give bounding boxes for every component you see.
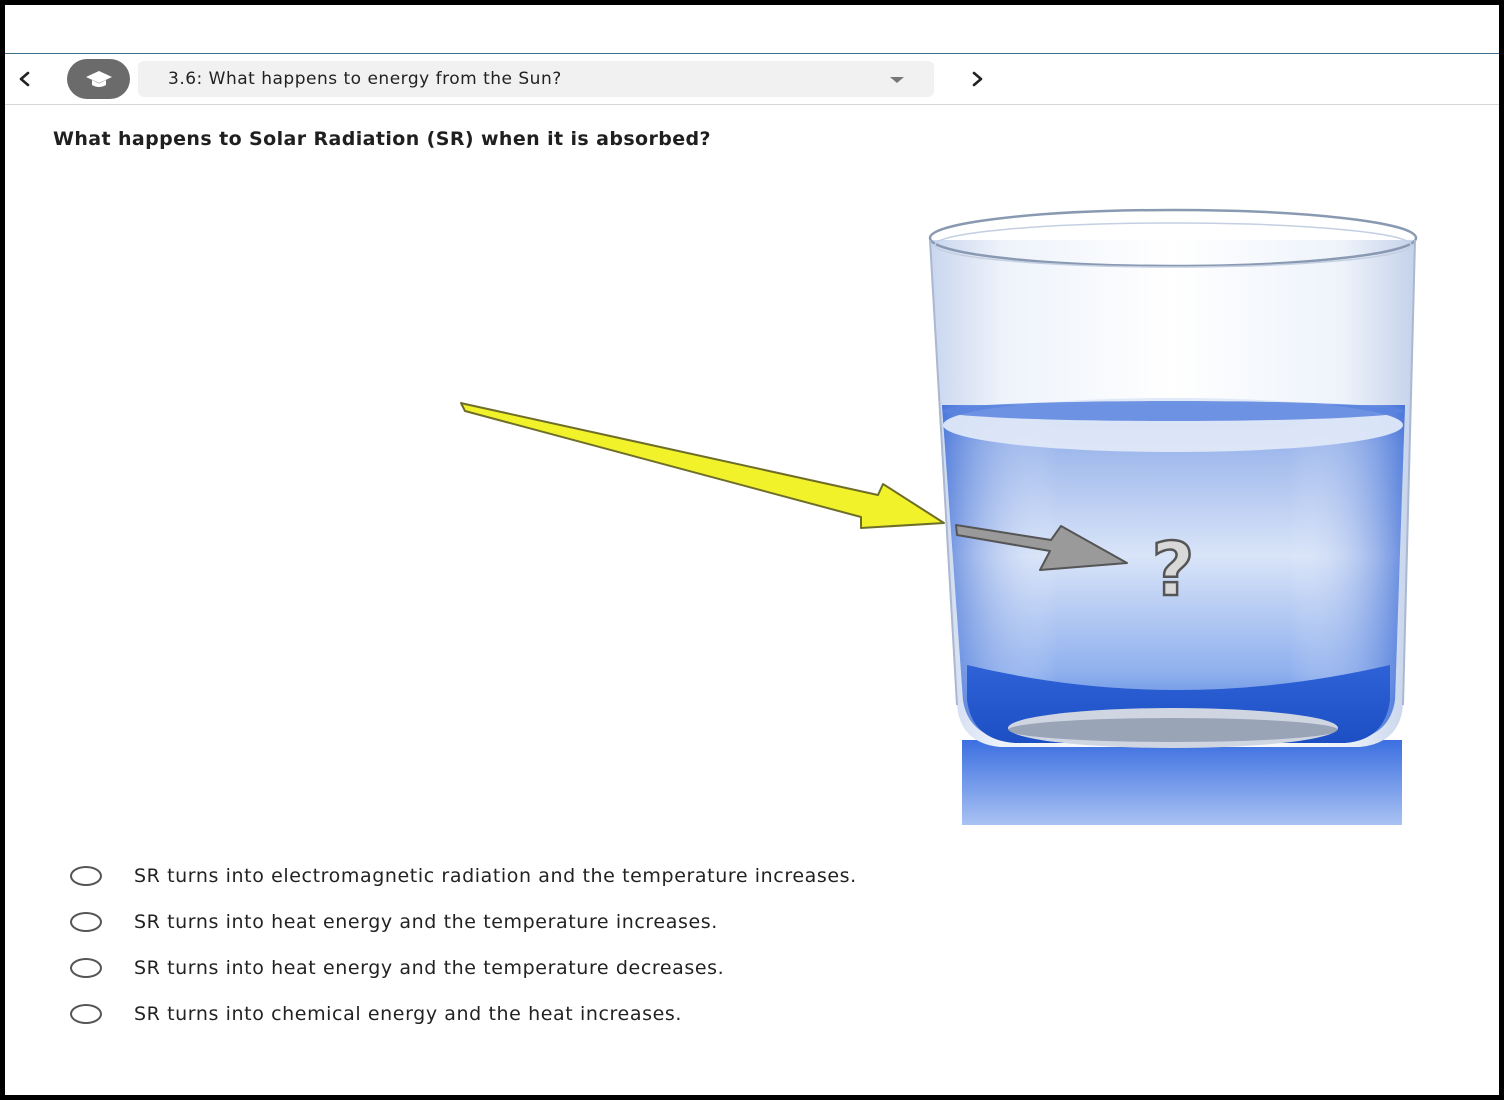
question-text: What happens to Solar Radiation (SR) whe… (53, 128, 711, 150)
radio-button[interactable] (70, 958, 102, 978)
radio-button[interactable] (70, 866, 102, 886)
option-label: SR turns into heat energy and the temper… (134, 957, 725, 979)
lesson-title: 3.6: What happens to energy from the Sun… (168, 69, 562, 89)
reflection (962, 740, 1402, 825)
radio-button[interactable] (70, 1004, 102, 1024)
answer-options: SR turns into electromagnetic radiation … (70, 853, 1170, 1037)
option-label: SR turns into electromagnetic radiation … (134, 865, 857, 887)
option-label: SR turns into heat energy and the temper… (134, 911, 718, 933)
lesson-navbar: 3.6: What happens to energy from the Sun… (5, 54, 1499, 105)
caret-down-icon (890, 77, 904, 83)
course-icon-button[interactable] (67, 59, 130, 99)
glass-of-water-illustration: ? (460, 208, 1418, 825)
previous-button[interactable] (11, 64, 37, 94)
answer-option-3[interactable]: SR turns into heat energy and the temper… (70, 945, 1170, 991)
top-bar (5, 5, 1499, 54)
glass (928, 208, 1418, 748)
sun-ray-arrow (460, 402, 945, 529)
answer-option-4[interactable]: SR turns into chemical energy and the he… (70, 991, 1170, 1037)
radio-button[interactable] (70, 912, 102, 932)
chevron-right-icon (972, 71, 983, 87)
lesson-select[interactable]: 3.6: What happens to energy from the Sun… (138, 61, 934, 97)
option-label: SR turns into chemical energy and the he… (134, 1003, 682, 1025)
answer-option-1[interactable]: SR turns into electromagnetic radiation … (70, 853, 1170, 899)
next-button[interactable] (965, 64, 991, 94)
answer-option-2[interactable]: SR turns into heat energy and the temper… (70, 899, 1170, 945)
question-mark: ? (1152, 527, 1195, 613)
graduation-cap-icon (85, 71, 112, 87)
chevron-left-icon (19, 71, 30, 87)
